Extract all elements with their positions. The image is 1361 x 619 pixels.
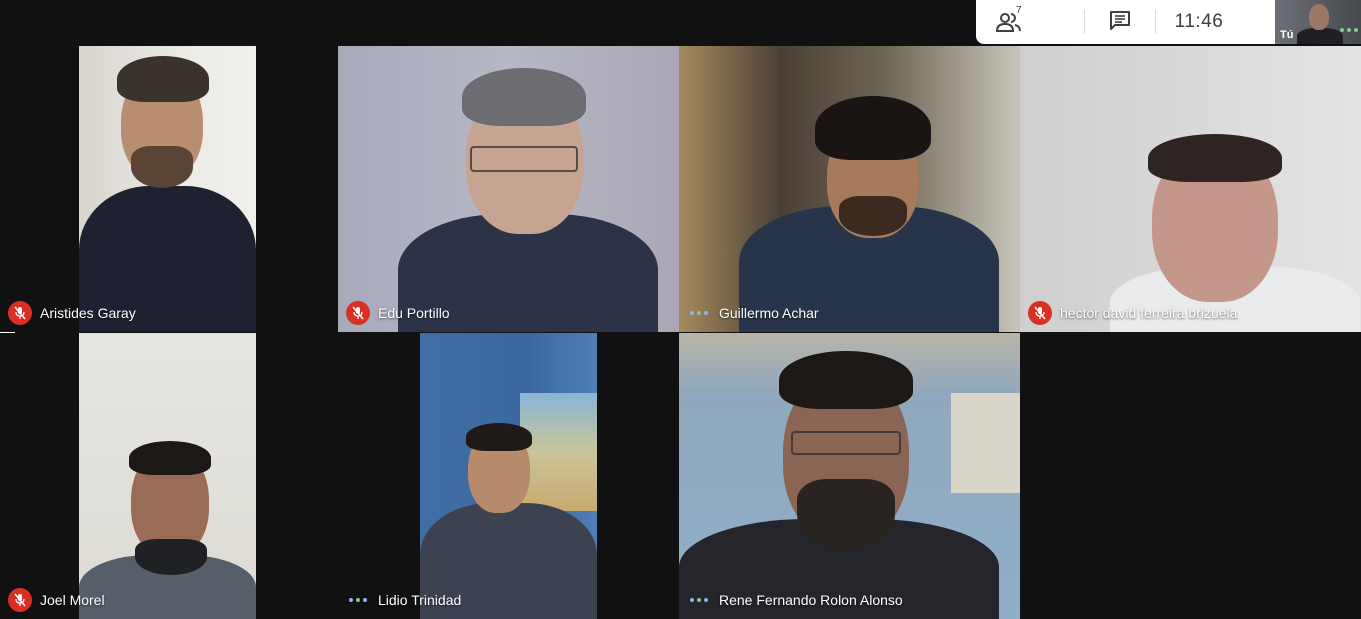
participant-video	[420, 333, 597, 619]
participant-beard	[131, 146, 193, 188]
mic-off-icon	[8, 301, 32, 325]
wall-painting	[520, 393, 597, 511]
meeting-clock: 11:46	[1156, 0, 1242, 44]
participant-name: Guillermo Achar	[719, 305, 819, 321]
mic-off-icon	[8, 588, 32, 612]
participant-video	[338, 46, 679, 332]
participant-name: Aristides Garay	[40, 305, 136, 321]
participant-hair	[1148, 134, 1282, 182]
self-label: Tú	[1280, 29, 1294, 41]
participant-hair	[117, 56, 209, 102]
participant-video	[679, 46, 1020, 332]
self-view-tile[interactable]: Tú	[1275, 0, 1361, 44]
participant-hair	[779, 351, 913, 409]
participant-label: Lidio Trinidad	[346, 588, 461, 612]
participant-label: hector david ferreira brizuela	[1028, 301, 1237, 325]
participant-name: Joel Morel	[40, 592, 105, 608]
participant-label: Guillermo Achar	[687, 301, 819, 325]
participant-name: hector david ferreira brizuela	[1060, 305, 1238, 321]
participant-tile[interactable]: hector david ferreira brizuela	[1020, 46, 1361, 332]
participant-tile[interactable]: Rene Fernando Rolon Alonso	[679, 333, 1020, 619]
participant-video	[79, 46, 256, 332]
audio-activity-icon	[687, 588, 711, 612]
chat-icon	[1109, 10, 1131, 35]
participant-tile[interactable]: Guillermo Achar	[679, 46, 1020, 332]
meeting-info-bar: 7 11:46	[976, 0, 1275, 44]
wall-shelf	[951, 393, 1020, 493]
participant-video	[79, 333, 256, 619]
participants-button[interactable]: 7	[976, 0, 1042, 44]
mic-off-icon	[346, 301, 370, 325]
participant-hair	[815, 96, 931, 160]
participant-glasses	[791, 431, 901, 455]
participant-label: Edu Portillo	[346, 301, 450, 325]
self-audio-activity-icon	[1337, 18, 1361, 42]
participant-name: Edu Portillo	[378, 305, 450, 321]
self-head	[1309, 4, 1329, 30]
participant-name: Rene Fernando Rolon Alonso	[719, 592, 903, 608]
participant-tile[interactable]: Joel Morel	[0, 333, 337, 619]
people-icon: 7	[995, 5, 1022, 33]
participant-beard	[797, 479, 895, 549]
participant-beard	[839, 196, 907, 236]
participant-label: Aristides Garay	[8, 301, 136, 325]
participant-hair	[129, 441, 211, 475]
participant-mask	[135, 539, 207, 575]
participant-label: Joel Morel	[8, 588, 105, 612]
participant-video	[679, 333, 1020, 619]
participant-hair	[466, 423, 532, 451]
participant-name: Lidio Trinidad	[378, 592, 462, 608]
participant-glasses	[470, 146, 578, 172]
participant-tile[interactable]: Edu Portillo	[338, 46, 679, 332]
participant-label: Rene Fernando Rolon Alonso	[687, 588, 903, 612]
participant-hair	[462, 68, 586, 126]
mic-off-icon	[1028, 301, 1052, 325]
audio-activity-icon	[346, 588, 370, 612]
participant-tile[interactable]: Lidio Trinidad	[338, 333, 679, 619]
chat-button[interactable]	[1085, 0, 1155, 44]
participant-tile[interactable]: Aristides Garay	[0, 46, 337, 332]
participant-video	[1020, 46, 1361, 332]
audio-activity-icon	[687, 301, 711, 325]
clock-time: 11:46	[1174, 11, 1224, 32]
participants-count: 7	[1016, 5, 1022, 16]
